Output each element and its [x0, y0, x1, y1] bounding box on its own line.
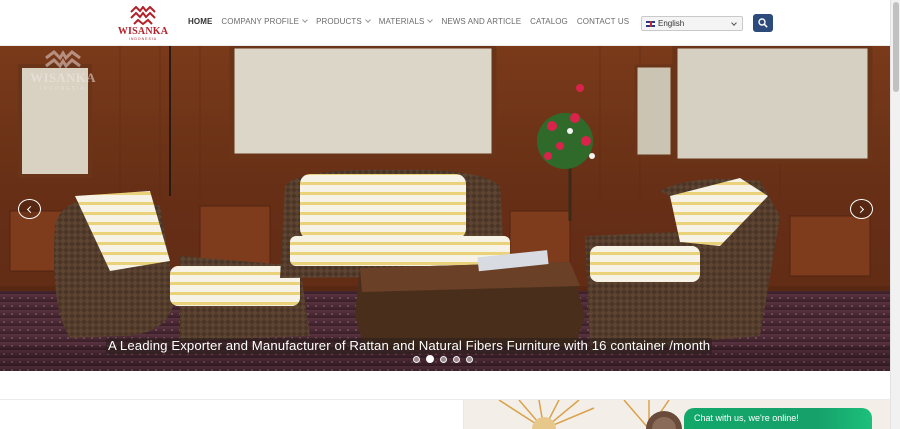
scrollbar-thumb[interactable] — [893, 2, 899, 92]
slider-dot[interactable] — [466, 355, 473, 363]
chevron-down-icon — [731, 20, 737, 26]
hero-caption: A Leading Exporter and Manufacturer of R… — [106, 338, 713, 354]
nav-item-home[interactable]: HOME — [188, 17, 212, 26]
slider-dot[interactable] — [440, 355, 447, 363]
page: WISANKA INDONESIA HOME COMPANY PROFILE PRO… — [0, 0, 900, 429]
nav-item-label: NEWS AND ARTICLE — [441, 17, 522, 26]
chevron-right-icon — [856, 205, 865, 213]
nav-item-contact-us[interactable]: CONTACT US — [577, 17, 629, 26]
nav-item-catalog[interactable]: CATALOG — [530, 17, 568, 26]
nav-item-company-profile[interactable]: COMPANY PROFILE — [221, 17, 308, 26]
chevron-left-icon — [26, 205, 35, 213]
nav-item-products[interactable]: PRODUCTS — [316, 17, 371, 26]
nav-item-label: PRODUCTS — [316, 17, 362, 26]
nav-item-label: HOME — [188, 17, 213, 26]
chevron-down-icon — [364, 17, 371, 23]
hero-watermark-subtext: INDONESIA — [40, 86, 86, 92]
chevron-down-icon — [302, 17, 308, 23]
slider-dot[interactable] — [413, 355, 420, 363]
slider-next-button[interactable] — [850, 199, 873, 219]
hero-watermark-text: WISANKA — [30, 70, 96, 85]
slider-pagination — [413, 355, 473, 363]
nav-item-label: CATALOG — [530, 17, 568, 26]
slider-prev-button[interactable] — [18, 199, 41, 219]
nav-item-label: CONTACT US — [576, 17, 630, 26]
search-icon — [758, 18, 768, 28]
page-scrollbar[interactable] — [890, 0, 900, 429]
logo-mark-icon — [130, 6, 156, 26]
hero-slide-image — [0, 46, 890, 371]
site-logo[interactable]: WISANKA INDONESIA — [117, 6, 169, 42]
logo-text: WISANKA — [117, 26, 169, 37]
nav-item-materials[interactable]: MATERIALS — [378, 17, 434, 26]
search-button[interactable] — [753, 14, 773, 32]
slider-dot[interactable] — [426, 355, 434, 363]
logo-subtext: INDONESIA — [128, 37, 158, 41]
live-chat-widget[interactable]: Chat with us, we're online! — [684, 408, 872, 429]
site-header: WISANKA INDONESIA HOME COMPANY PROFILE PRO… — [0, 0, 890, 46]
chevron-down-icon — [427, 17, 434, 23]
language-select[interactable]: English — [641, 16, 743, 31]
language-label: English — [658, 19, 685, 28]
main-nav: HOME COMPANY PROFILE PRODUCTS MATERIALS NEWS… — [188, 17, 638, 26]
hero-watermark-logo: WISANKA INDONESIA — [24, 50, 102, 94]
logo-mark-icon — [45, 50, 81, 69]
nav-item-news-and-article[interactable]: NEWS AND ARTICLE — [441, 17, 521, 26]
hero-slider: WISANKA INDONESIA A Leading Exporter and… — [0, 46, 890, 371]
nav-item-label: MATERIALS — [378, 17, 425, 26]
nav-item-label: COMPANY PROFILE — [221, 17, 300, 26]
uk-flag-icon — [646, 20, 655, 27]
slider-dot[interactable] — [453, 355, 460, 363]
